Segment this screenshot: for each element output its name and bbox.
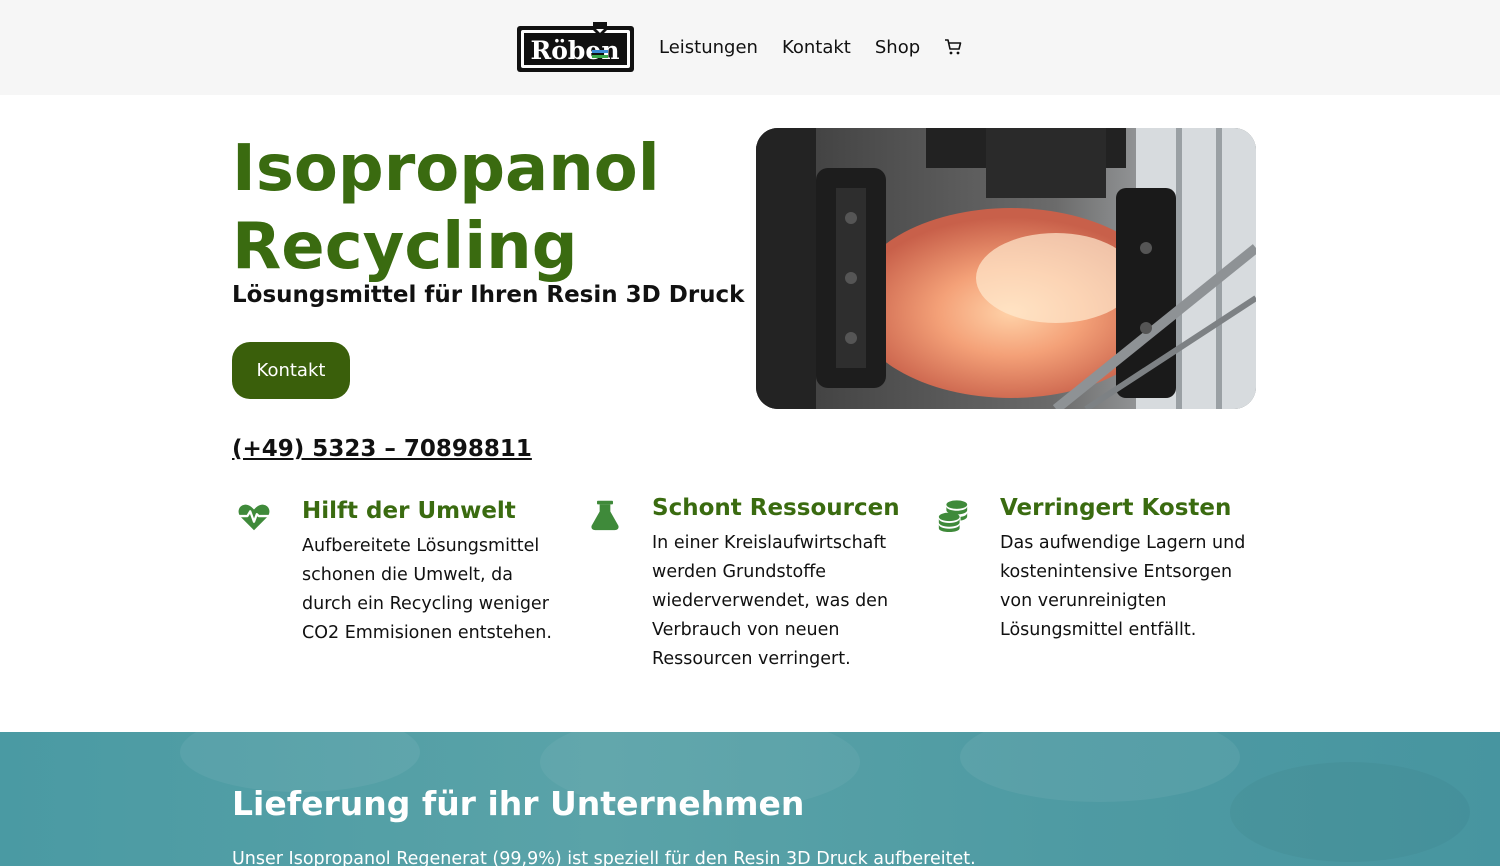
feature-umwelt-title: Hilft der Umwelt bbox=[302, 498, 516, 524]
feature-ressourcen-text: In einer Kreislaufwirtschaft werden Grun… bbox=[652, 533, 889, 669]
hero-title: Isopropanol Recycling bbox=[232, 130, 732, 286]
hero-subtitle: Lösungsmittel für Ihren Resin 3D Druck bbox=[232, 282, 745, 308]
kontakt-button[interactable]: Kontakt bbox=[232, 342, 350, 399]
nav-kontakt[interactable]: Kontakt bbox=[782, 36, 851, 60]
delivery-text: Unser Isopropanol Regenerat (99,9%) ist … bbox=[232, 849, 976, 866]
delivery-section: Lieferung für ihr Unternehmen Unser Isop… bbox=[0, 732, 1500, 866]
feature-kosten-title: Verringert Kosten bbox=[1000, 495, 1232, 521]
roben-logo[interactable]: Röben bbox=[516, 20, 635, 74]
nav-leistungen[interactable]: Leistungen bbox=[659, 36, 758, 60]
main-nav: Leistungen Kontakt Shop bbox=[659, 36, 944, 60]
coins-icon bbox=[938, 500, 968, 532]
hero-title-line1: Isopropanol bbox=[232, 132, 660, 206]
feature-ressourcen: Schont Ressourcen In einer Kreislaufwirt… bbox=[589, 495, 909, 677]
feature-kosten: Verringert Kosten Das aufwendige Lagern … bbox=[936, 495, 1266, 657]
delivery-title: Lieferung für ihr Unternehmen bbox=[232, 784, 805, 823]
cart-icon[interactable] bbox=[944, 38, 962, 56]
phone-link[interactable]: (+49) 5323 – 70898811 bbox=[232, 436, 532, 462]
feature-ressourcen-title: Schont Ressourcen bbox=[652, 495, 900, 521]
feature-umwelt-text: Aufbereitete Lösungsmittel schonen die U… bbox=[302, 536, 552, 643]
feature-kosten-text: Das aufwendige Lagern und kostenintensiv… bbox=[1000, 533, 1246, 640]
hero-image bbox=[756, 128, 1256, 409]
site-header: Röben Leistungen Kontakt Shop bbox=[0, 0, 1500, 95]
recycling-apparatus-photo bbox=[756, 128, 1256, 409]
hero-title-line2: Recycling bbox=[232, 210, 578, 284]
page: Röben Leistungen Kontakt Shop Isopropano… bbox=[0, 0, 1500, 866]
nav-shop[interactable]: Shop bbox=[875, 36, 920, 60]
heartbeat-icon bbox=[238, 504, 270, 531]
feature-umwelt: Hilft der Umwelt Aufbereitete Lösungsmit… bbox=[237, 498, 557, 660]
flask-icon bbox=[591, 500, 619, 531]
